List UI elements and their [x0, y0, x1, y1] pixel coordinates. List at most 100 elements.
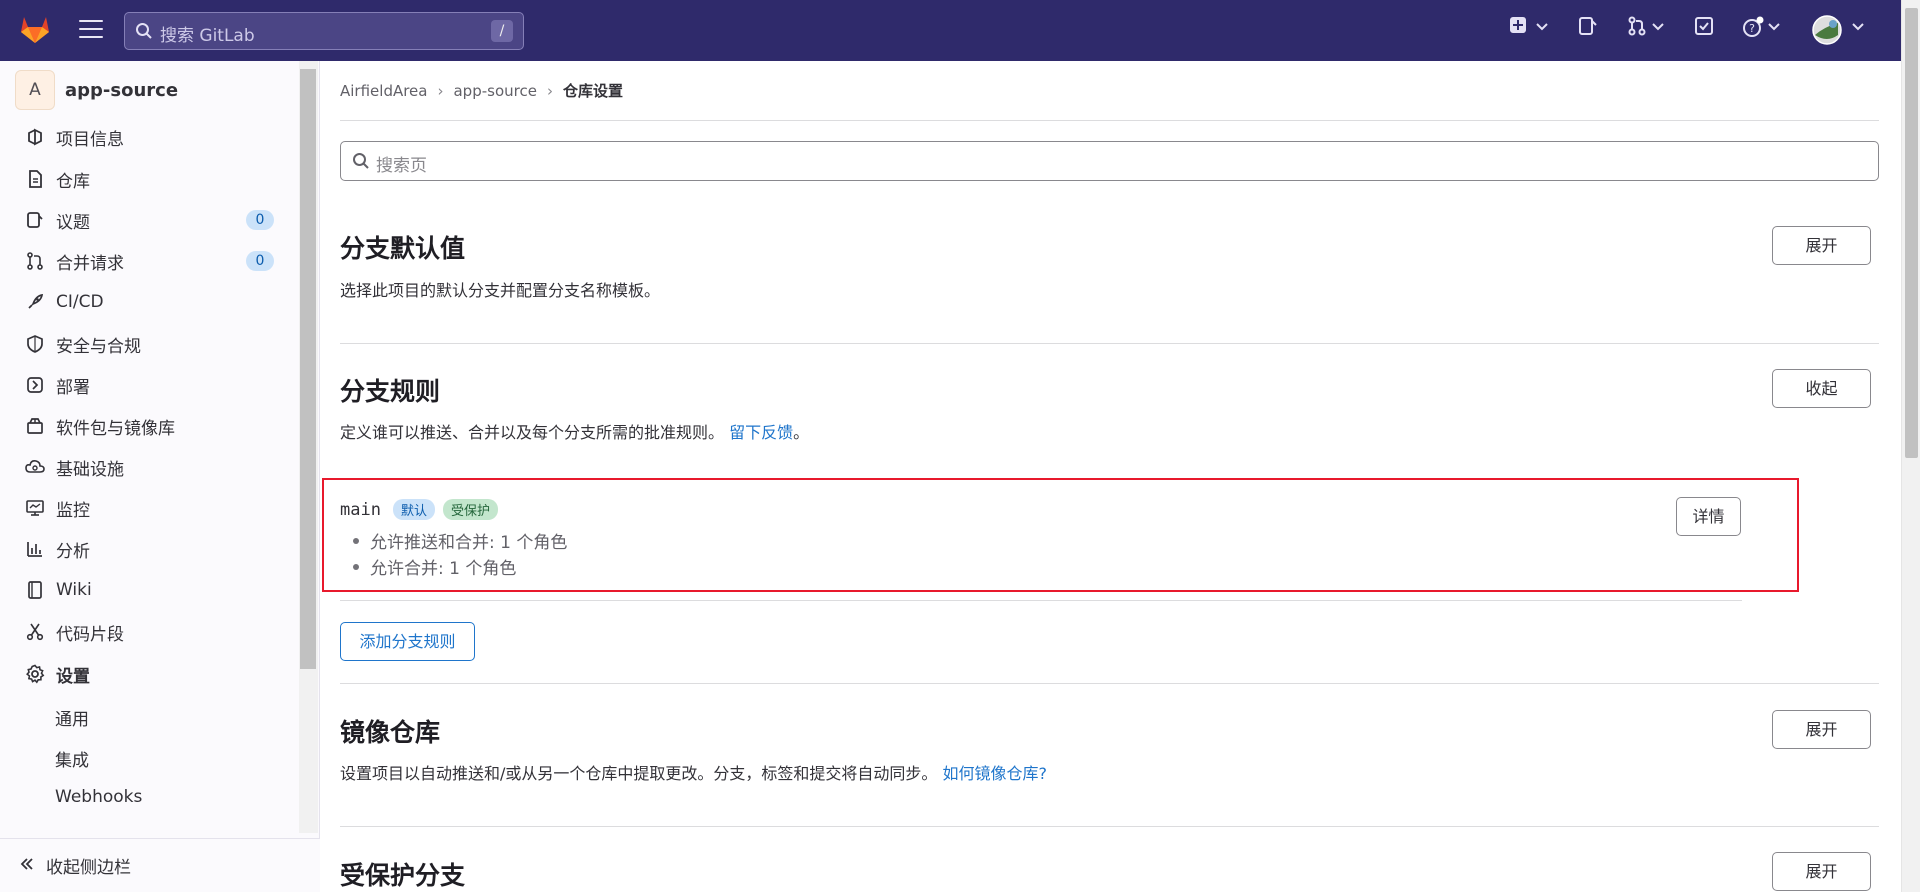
- project-avatar: A: [15, 70, 55, 110]
- breadcrumb-item[interactable]: app-source: [453, 82, 536, 100]
- sidebar-item-analytics[interactable]: 分析: [24, 534, 274, 564]
- section-desc-branch-rules: 定义谁可以推送、合并以及每个分支所需的批准规则。 留下反馈。: [340, 419, 809, 443]
- leave-feedback-link[interactable]: 留下反馈: [729, 423, 793, 442]
- chevron-down-icon[interactable]: [1652, 23, 1664, 31]
- collapse-sidebar-label: 收起侧边栏: [46, 858, 131, 878]
- sidebar-item-label: 基础设施: [56, 459, 124, 480]
- sidebar-item-label: 分析: [56, 541, 90, 562]
- section-title-branch-defaults: 分支默认值: [340, 234, 466, 263]
- book-icon: [28, 581, 42, 599]
- sidebar-item-merge-requests[interactable]: 合并请求 0: [24, 246, 274, 276]
- sidebar-subitem-general[interactable]: 通用: [55, 705, 89, 730]
- issues-icon: [27, 212, 43, 228]
- mirror-desc-text: 设置项目以自动推送和/或从另一个仓库中提取更改。分支，标签和提交将自动同步。: [340, 764, 938, 783]
- branch-rules-desc-suffix: 。: [793, 423, 810, 442]
- merge-request-icon[interactable]: [1627, 16, 1647, 36]
- search-shortcut-key: /: [491, 20, 513, 42]
- sidebar-item-label: 监控: [56, 500, 90, 521]
- sidebar-item-repository[interactable]: 仓库: [24, 164, 274, 194]
- gitlab-logo-icon[interactable]: [18, 12, 52, 46]
- expand-mirror-button[interactable]: 展开: [1772, 710, 1871, 749]
- issues-icon[interactable]: [1578, 16, 1598, 36]
- branch-name: main: [340, 499, 381, 520]
- sidebar-item-wiki[interactable]: Wiki: [24, 575, 274, 605]
- svg-text:?: ?: [1749, 22, 1755, 35]
- sidebar-subitem-integrations[interactable]: 集成: [55, 746, 89, 771]
- sidebar-item-issues[interactable]: 议题 0: [24, 205, 274, 235]
- search-placeholder: 搜索 GitLab: [160, 26, 255, 46]
- section-title-protected-branches: 受保护分支: [340, 861, 466, 890]
- todo-icon[interactable]: [1694, 16, 1714, 36]
- chevron-down-icon[interactable]: [1852, 23, 1864, 31]
- sidebar-item-label: 部署: [56, 377, 90, 398]
- page-scrollbar[interactable]: [1901, 0, 1920, 892]
- branch-rule-details-button[interactable]: 详情: [1676, 497, 1741, 536]
- expand-branch-defaults-button[interactable]: 展开: [1772, 226, 1871, 265]
- snippet-icon: [26, 623, 44, 641]
- page-search-input[interactable]: 搜索页: [340, 141, 1879, 181]
- sidebar-item-label: 设置: [56, 666, 90, 687]
- help-icon[interactable]: ?: [1742, 16, 1764, 38]
- menu-icon[interactable]: [79, 20, 103, 40]
- sidebar-scrollbar[interactable]: [299, 61, 318, 833]
- branch-rule-details: 允许推送和合并: 1 个角色 允许合并: 1 个角色: [352, 528, 567, 580]
- chevron-right-icon: ›: [437, 81, 444, 100]
- mirror-help-link[interactable]: 如何镜像仓库?: [943, 764, 1048, 783]
- page-search-placeholder: 搜索页: [376, 156, 427, 176]
- sidebar-item-label: 代码片段: [56, 624, 124, 645]
- sidebar-item-settings[interactable]: 设置: [24, 659, 274, 689]
- sidebar-item-label: CI/CD: [56, 292, 104, 312]
- add-branch-rule-button[interactable]: 添加分支规则: [340, 622, 475, 661]
- merge-request-icon: [27, 252, 43, 270]
- sidebar-item-label: 安全与合规: [56, 336, 141, 357]
- breadcrumb: AirfieldArea › app-source › 仓库设置: [340, 80, 623, 101]
- shield-icon: [27, 335, 43, 353]
- sidebar-subitem-webhooks[interactable]: Webhooks: [55, 787, 142, 807]
- gear-icon: [26, 664, 45, 684]
- expand-protected-branches-button[interactable]: 展开: [1772, 852, 1871, 891]
- collapse-branch-rules-button[interactable]: 收起: [1772, 369, 1871, 408]
- breadcrumb-current[interactable]: 仓库设置: [563, 80, 623, 101]
- section-desc-branch-defaults: 选择此项目的默认分支并配置分支名称模板。: [340, 281, 661, 300]
- collapse-sidebar-button[interactable]: 收起侧边栏: [0, 838, 320, 892]
- search-icon: [136, 23, 152, 39]
- merge-requests-count-badge: 0: [246, 251, 274, 271]
- protected-badge: 受保护: [442, 499, 498, 520]
- chart-icon: [27, 542, 42, 557]
- global-search-input[interactable]: 搜索 GitLab /: [124, 12, 524, 50]
- sidebar-item-label: 仓库: [56, 171, 90, 192]
- issues-count-badge: 0: [246, 210, 274, 230]
- divider: [340, 683, 1879, 684]
- sidebar-item-snippets[interactable]: 代码片段: [24, 617, 274, 647]
- avatar[interactable]: [1812, 15, 1842, 45]
- sidebar-item-security[interactable]: 安全与合规: [24, 329, 274, 359]
- divider: [340, 343, 1879, 344]
- sidebar-item-infrastructure[interactable]: 基础设施: [24, 452, 274, 482]
- rocket-icon: [28, 293, 44, 309]
- monitor-icon: [26, 500, 44, 516]
- sidebar-item-project-info[interactable]: 项目信息: [24, 122, 274, 152]
- sidebar-item-monitor[interactable]: 监控: [24, 493, 274, 523]
- sidebar-item-label: Wiki: [56, 580, 92, 600]
- sidebar-item-label: 合并请求: [56, 253, 124, 274]
- project-name: app-source: [65, 79, 179, 101]
- default-badge: 默认: [392, 499, 435, 520]
- project-header[interactable]: A app-source: [15, 70, 178, 110]
- sidebar-item-deploy[interactable]: 部署: [24, 370, 274, 400]
- divider: [340, 120, 1879, 121]
- divider: [340, 600, 1742, 601]
- section-title-branch-rules: 分支规则: [340, 377, 441, 406]
- sidebar-item-packages[interactable]: 软件包与镜像库: [24, 411, 274, 441]
- info-icon: [28, 128, 42, 146]
- chevron-down-icon[interactable]: [1768, 23, 1780, 31]
- top-navbar: 搜索 GitLab / ?: [0, 0, 1920, 61]
- breadcrumb-item[interactable]: AirfieldArea: [340, 82, 427, 100]
- create-new-icon[interactable]: [1509, 16, 1527, 34]
- branch-rules-desc-text: 定义谁可以推送、合并以及每个分支所需的批准规则。: [340, 423, 725, 442]
- deploy-icon: [27, 377, 43, 393]
- branch-rule-row: main 默认 受保护: [340, 499, 498, 520]
- sidebar-item-ci-cd[interactable]: CI/CD: [24, 287, 274, 317]
- chevron-down-icon[interactable]: [1536, 23, 1548, 31]
- file-icon: [29, 170, 42, 188]
- divider: [340, 826, 1879, 827]
